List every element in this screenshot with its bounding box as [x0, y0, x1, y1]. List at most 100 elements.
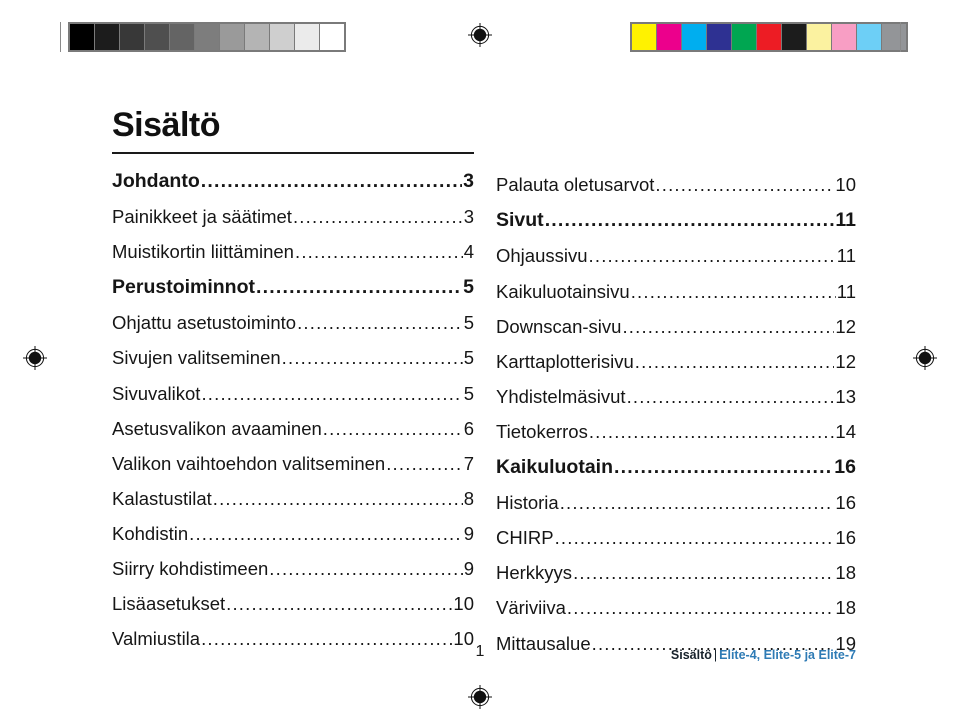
- calibration-swatch: [657, 24, 681, 50]
- toc-dot-leader: ........................................…: [566, 599, 835, 618]
- toc-entry-list-left: Johdanto................................…: [112, 164, 474, 657]
- toc-entry[interactable]: Downscan-sivu...........................…: [496, 309, 856, 344]
- toc-entry-label: Historia: [496, 492, 559, 514]
- calibration-swatch: [120, 24, 144, 50]
- toc-entry[interactable]: Karttaplotterisivu......................…: [496, 344, 856, 379]
- toc-dot-leader: ........................................…: [614, 458, 833, 478]
- toc-entry-page-number: 8: [463, 487, 474, 509]
- toc-entry-label: Ohjaussivu: [496, 245, 588, 267]
- toc-entry[interactable]: Kaikuluotainsivu........................…: [496, 274, 856, 309]
- toc-entry-page-number: 12: [835, 350, 856, 372]
- toc-entry-label: Lisäasetukset: [112, 593, 226, 615]
- crop-tick-right: [900, 22, 901, 52]
- crop-tick-left: [60, 22, 61, 52]
- toc-entry-page-number: 5: [463, 312, 474, 334]
- calibration-swatch: [782, 24, 806, 50]
- toc-dot-leader: ........................................…: [559, 494, 835, 513]
- toc-dot-leader: ........................................…: [573, 564, 834, 583]
- toc-entry-page-number: 18: [835, 562, 856, 584]
- toc-entry[interactable]: Johdanto................................…: [112, 164, 474, 200]
- toc-entry[interactable]: Kalastustilat...........................…: [112, 482, 474, 517]
- calibration-swatch: [95, 24, 119, 50]
- calibration-swatch: [682, 24, 706, 50]
- toc-dot-leader: ........................................…: [281, 349, 463, 368]
- toc-entry-page-number: 16: [835, 527, 856, 549]
- toc-entry[interactable]: Valikon vaihtoehdon valitseminen........…: [112, 446, 474, 481]
- toc-entry-label: Sivujen valitseminen: [112, 347, 281, 369]
- toc-entry[interactable]: Lisäasetukset...........................…: [112, 587, 474, 622]
- toc-entry[interactable]: Sivut...................................…: [496, 203, 856, 239]
- toc-entry-label: Sivut: [496, 209, 544, 232]
- toc-entry[interactable]: Kohdistin...............................…: [112, 517, 474, 552]
- toc-dot-leader: ........................................…: [622, 317, 834, 337]
- toc-entry[interactable]: Asetusvalikon avaaminen.................…: [112, 411, 474, 446]
- toc-dot-leader: ........................................…: [588, 247, 836, 266]
- title-divider: [112, 151, 474, 154]
- toc-entry-list-right: Palauta oletusarvot.....................…: [496, 70, 856, 661]
- toc-entry-page-number: 11: [836, 280, 856, 302]
- toc-entry[interactable]: Historia................................…: [496, 486, 856, 521]
- toc-dot-leader: ........................................…: [294, 243, 463, 262]
- footer-section-label: Sisältö: [670, 648, 712, 662]
- toc-entry-label: Herkkyys: [496, 562, 573, 584]
- toc-entry[interactable]: CHIRP...................................…: [496, 521, 856, 556]
- toc-dot-leader: ........................................…: [226, 595, 452, 614]
- toc-entry[interactable]: Palauta oletusarvot.....................…: [496, 168, 856, 203]
- page-body: Sisältö Johdanto........................…: [0, 70, 960, 719]
- toc-entry[interactable]: Väriviiva...............................…: [496, 591, 856, 626]
- toc-entry-page-number: 10: [453, 593, 474, 615]
- toc-entry-label: Perustoiminnot: [112, 276, 256, 299]
- toc-entry-page-number: 3: [463, 206, 474, 228]
- toc-dot-leader: ........................................…: [269, 560, 462, 579]
- toc-column-left: Sisältö Johdanto........................…: [112, 70, 474, 657]
- toc-entry[interactable]: Ohjattu asetustoiminto..................…: [112, 306, 474, 341]
- toc-entry-label: Asetusvalikon avaaminen: [112, 417, 322, 439]
- calibration-swatch: [195, 24, 219, 50]
- toc-dot-leader: ........................................…: [630, 282, 836, 302]
- toc-entry[interactable]: Kaikuluotain............................…: [496, 450, 856, 486]
- toc-column-right: Palauta oletusarvot.....................…: [496, 70, 856, 661]
- toc-entry-page-number: 6: [463, 417, 474, 439]
- toc-entry-page-number: 9: [463, 522, 474, 544]
- toc-entry-label: Kaikuluotain: [496, 456, 614, 479]
- toc-entry-label: Muistikortin liittäminen: [112, 241, 294, 263]
- toc-dot-leader: ........................................…: [189, 524, 463, 544]
- toc-entry[interactable]: Muistikortin liittäminen................…: [112, 235, 474, 270]
- calibration-swatch: [757, 24, 781, 50]
- toc-entry-page-number: 4: [463, 241, 474, 263]
- toc-entry-page-number: 16: [835, 492, 856, 514]
- calibration-swatch: [832, 24, 856, 50]
- toc-dot-leader: ........................................…: [212, 489, 463, 509]
- calibration-swatch: [632, 24, 656, 50]
- toc-entry[interactable]: Yhdistelmäsivut.........................…: [496, 380, 856, 415]
- toc-entry[interactable]: Herkkyys................................…: [496, 556, 856, 591]
- toc-dot-leader: ........................................…: [554, 529, 835, 548]
- footer-product-label: Elite-4, Elite-5 ja Elite-7: [719, 648, 856, 662]
- calibration-swatch: [857, 24, 881, 50]
- toc-entry-label: Sivuvalikot: [112, 382, 201, 404]
- toc-entry-label: Downscan-sivu: [496, 315, 622, 337]
- toc-entry-page-number: 7: [463, 452, 474, 474]
- toc-entry-page-number: 5: [463, 347, 474, 369]
- toc-entry-label: Kalastustilat: [112, 487, 212, 509]
- calibration-swatch: [220, 24, 244, 50]
- toc-entry[interactable]: Ohjaussivu..............................…: [496, 239, 856, 274]
- toc-entry[interactable]: Perustoiminnot..........................…: [112, 270, 474, 306]
- toc-entry[interactable]: Siirry kohdistimeen.....................…: [112, 552, 474, 587]
- toc-entry-page-number: 11: [835, 209, 856, 232]
- toc-dot-leader: ........................................…: [655, 176, 835, 195]
- toc-dot-leader: ........................................…: [386, 454, 463, 474]
- toc-dot-leader: ........................................…: [588, 422, 835, 442]
- toc-entry-label: Yhdistelmäsivut: [496, 385, 626, 407]
- toc-entry[interactable]: Painikkeet ja säätimet..................…: [112, 200, 474, 235]
- calibration-swatch: [70, 24, 94, 50]
- toc-entry[interactable]: Sivuvalikot.............................…: [112, 376, 474, 411]
- calibration-swatch: [882, 24, 906, 50]
- toc-dot-leader: ........................................…: [200, 171, 462, 192]
- toc-entry-label: Tietokerros: [496, 420, 588, 442]
- toc-entry[interactable]: Sivujen valitseminen....................…: [112, 341, 474, 376]
- footer-identifier: Sisältö | Elite-4, Elite-5 ja Elite-7: [671, 648, 856, 662]
- registration-target-icon-top: [467, 22, 493, 48]
- toc-entry[interactable]: Tietokerros.............................…: [496, 415, 856, 450]
- toc-entry-page-number: 10: [835, 174, 856, 196]
